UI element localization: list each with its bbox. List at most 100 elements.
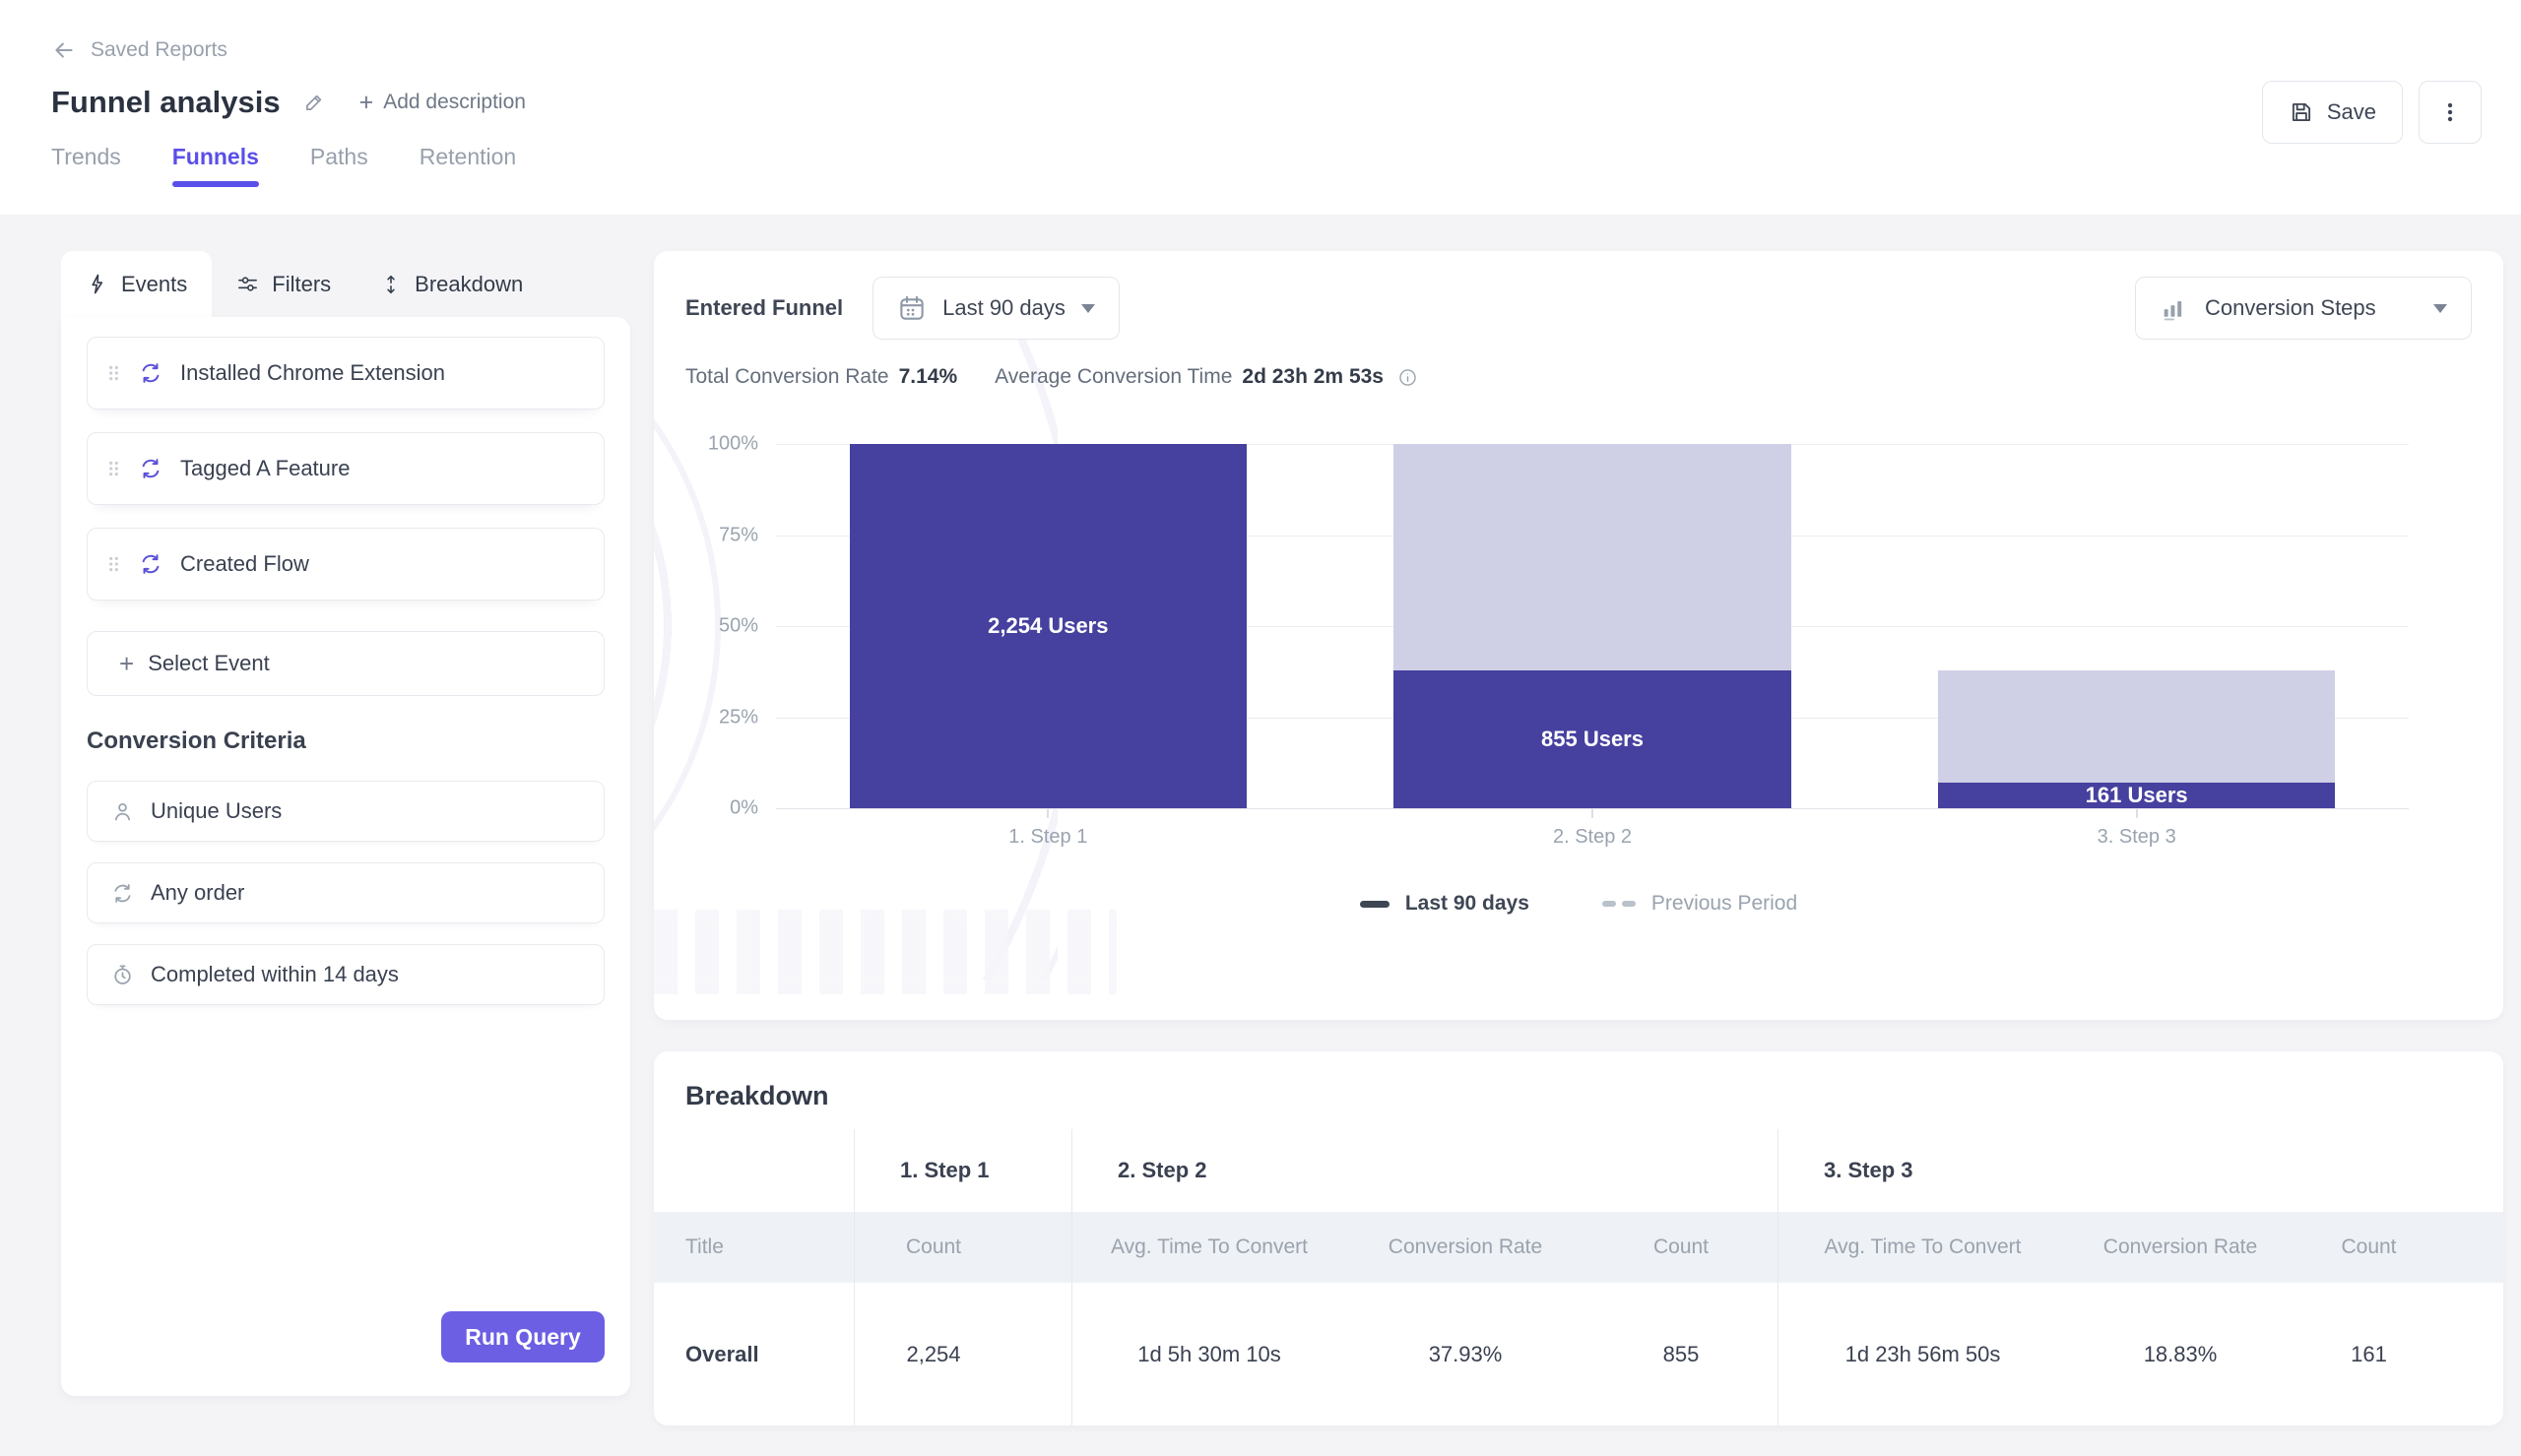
- row-conversion-rate-3: 18.83%: [2143, 1341, 2218, 1366]
- query-builder-panel: Events Filters Breakdown Installed Chrom…: [61, 251, 630, 1396]
- sliders-icon: [236, 273, 259, 295]
- column-header-count-1: Count: [854, 1212, 1071, 1283]
- event-card-tagged-a-feature[interactable]: Tagged A Feature: [87, 432, 605, 505]
- legend-previous-period[interactable]: Previous Period: [1601, 892, 1797, 916]
- row-avg-time-3: 1d 23h 56m 50s: [1778, 1283, 2067, 1425]
- run-query-button[interactable]: Run Query: [441, 1311, 605, 1362]
- event-label: Installed Chrome Extension: [180, 360, 446, 385]
- breakdown-table: 1. Step 1 2. Step 2 3. Step 3 Title Coun…: [654, 1129, 2503, 1425]
- panel-tab-events[interactable]: Events: [61, 251, 213, 317]
- bar-label: 2,254 Users: [988, 613, 1109, 638]
- drag-handle-icon[interactable]: [106, 457, 121, 480]
- add-description-label: Add description: [383, 91, 526, 113]
- back-label: Saved Reports: [91, 38, 227, 61]
- criteria-completed-within[interactable]: Completed within 14 days: [87, 944, 605, 1005]
- funnel-bar-step-1[interactable]: 2,254 Users: [776, 444, 1321, 808]
- group-header-step-2: 2. Step 2: [1071, 1129, 1346, 1212]
- stopwatch-icon: [110, 963, 135, 987]
- main-tabs: Trends Funnels Paths Retention: [51, 144, 2482, 187]
- funnel-bar-step-2[interactable]: 855 Users: [1321, 444, 1865, 808]
- total-conversion-rate: Total Conversion Rate 7.14%: [685, 365, 958, 388]
- tab-funnels[interactable]: Funnels: [171, 144, 260, 187]
- legend-dashed-swatch: [1601, 901, 1636, 907]
- add-description-button[interactable]: + Add description: [358, 88, 526, 116]
- x-axis-labels: 1. Step 1 2. Step 2 3. Step 3: [776, 826, 2409, 849]
- person-icon: [110, 799, 135, 824]
- view-mode-dropdown[interactable]: Conversion Steps: [2135, 277, 2472, 340]
- save-button[interactable]: Save: [2261, 81, 2403, 144]
- criteria-label: Any order: [151, 880, 245, 905]
- date-range-button[interactable]: Last 90 days: [873, 277, 1120, 340]
- drag-handle-icon[interactable]: [106, 552, 121, 576]
- event-label: Created Flow: [180, 551, 309, 576]
- cycle-icon: [138, 456, 163, 481]
- cycle-icon: [110, 881, 135, 906]
- x-axis-ticks: [776, 808, 2409, 818]
- criteria-any-order[interactable]: Any order: [87, 862, 605, 923]
- bar-chart-icon: [2160, 294, 2187, 322]
- criteria-label: Completed within 14 days: [151, 962, 399, 986]
- conversion-criteria-heading: Conversion Criteria: [87, 728, 306, 754]
- chart-title: Entered Funnel: [685, 295, 844, 320]
- more-options-button[interactable]: [2419, 81, 2482, 144]
- column-header-conversion-rate-2: Conversion Rate: [1346, 1212, 1584, 1283]
- chart-legend: Last 90 days Previous Period: [685, 892, 2472, 916]
- tab-retention[interactable]: Retention: [420, 144, 516, 187]
- arrows-vertical-icon: [380, 274, 402, 295]
- column-header-count-3: Count: [2294, 1212, 2503, 1283]
- tab-trends[interactable]: Trends: [51, 144, 121, 187]
- tab-paths[interactable]: Paths: [310, 144, 368, 187]
- row-count-2: 855: [1662, 1341, 1700, 1366]
- date-range-label: Last 90 days: [942, 295, 1066, 320]
- cycle-icon: [138, 360, 163, 386]
- criteria-label: Unique Users: [151, 798, 283, 823]
- cycle-icon: [138, 551, 163, 577]
- chevron-down-icon: [2433, 304, 2447, 320]
- back-link[interactable]: Saved Reports: [51, 37, 227, 63]
- select-event-label: Select Event: [148, 651, 270, 675]
- chevron-down-icon: [1080, 304, 1095, 320]
- row-count-1: 2,254: [854, 1283, 1071, 1425]
- panel-tab-breakdown[interactable]: Breakdown: [356, 251, 548, 317]
- save-icon: [2289, 99, 2314, 125]
- drag-handle-icon[interactable]: [106, 361, 121, 385]
- kebab-icon: [2438, 100, 2462, 124]
- back-arrow-icon: [51, 37, 77, 63]
- funnel-bar-step-3[interactable]: 161 Users: [1864, 444, 2409, 808]
- group-header-empty: [654, 1129, 854, 1212]
- group-header-step-1: 1. Step 1: [854, 1129, 1071, 1212]
- top-header: Saved Reports Funnel analysis + Add desc…: [0, 0, 2521, 215]
- plus-icon: +: [119, 648, 135, 678]
- breakdown-card: Breakdown 1. Step 1 2. Step 2 3. Step 3 …: [654, 1051, 2503, 1425]
- save-label: Save: [2326, 99, 2376, 124]
- panel-tab-label: Events: [121, 271, 188, 296]
- row-count-3: 161: [2351, 1341, 2387, 1366]
- event-card-installed-chrome-extension[interactable]: Installed Chrome Extension: [87, 337, 605, 410]
- column-header-conversion-rate-3: Conversion Rate: [2067, 1212, 2294, 1283]
- funnel-bar-chart: 100% 75% 50% 25% 0% 2,254 Users 855 User…: [685, 432, 2472, 849]
- legend-current-period[interactable]: Last 90 days: [1359, 892, 1529, 916]
- criteria-unique-users[interactable]: Unique Users: [87, 781, 605, 842]
- column-header-avg-time-3: Avg. Time To Convert: [1778, 1212, 2067, 1283]
- y-axis-labels: 100% 75% 50% 25% 0%: [707, 432, 758, 819]
- edit-title-icon[interactable]: [302, 91, 326, 114]
- plus-icon: +: [358, 88, 374, 116]
- panel-tab-label: Breakdown: [415, 271, 524, 296]
- lightning-icon: [86, 273, 108, 295]
- select-event-button[interactable]: + Select Event: [87, 631, 605, 696]
- info-icon[interactable]: [1397, 367, 1418, 388]
- bar-label: 855 Users: [1541, 726, 1644, 751]
- x-label-step-2: 2. Step 2: [1552, 826, 1633, 848]
- event-card-created-flow[interactable]: Created Flow: [87, 528, 605, 601]
- x-label-step-1: 1. Step 1: [1008, 826, 1088, 848]
- panel-tab-filters[interactable]: Filters: [212, 251, 356, 317]
- event-label: Tagged A Feature: [180, 456, 351, 480]
- legend-solid-swatch: [1359, 900, 1390, 908]
- calendar-icon: [897, 293, 927, 323]
- row-title: Overall: [685, 1341, 759, 1366]
- bar-label: 161 Users: [2085, 782, 2188, 807]
- view-mode-label: Conversion Steps: [2205, 295, 2376, 320]
- row-conversion-rate-2: 37.93%: [1428, 1341, 1503, 1366]
- x-label-step-3: 3. Step 3: [2097, 826, 2176, 848]
- average-conversion-time: Average Conversion Time 2d 23h 2m 53s: [995, 365, 1418, 389]
